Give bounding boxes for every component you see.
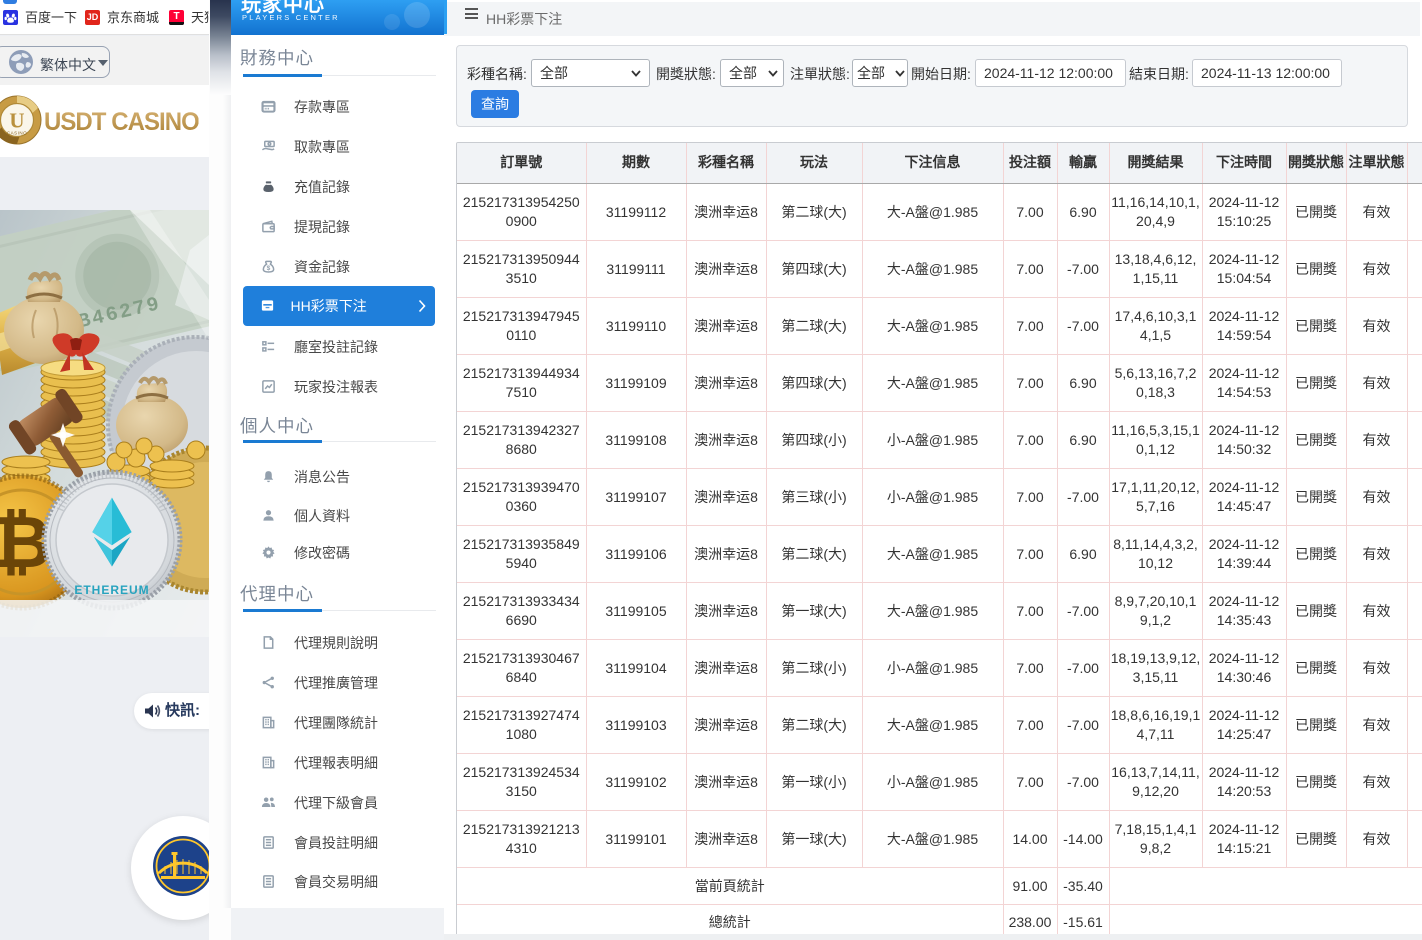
svg-text:₿: ₿ (0, 503, 51, 583)
svg-text:$: $ (267, 265, 271, 272)
svg-text:CASINO: CASINO (7, 131, 27, 136)
svg-text:U: U (9, 109, 24, 133)
svg-text:ETHEREUM: ETHEREUM (74, 583, 149, 597)
